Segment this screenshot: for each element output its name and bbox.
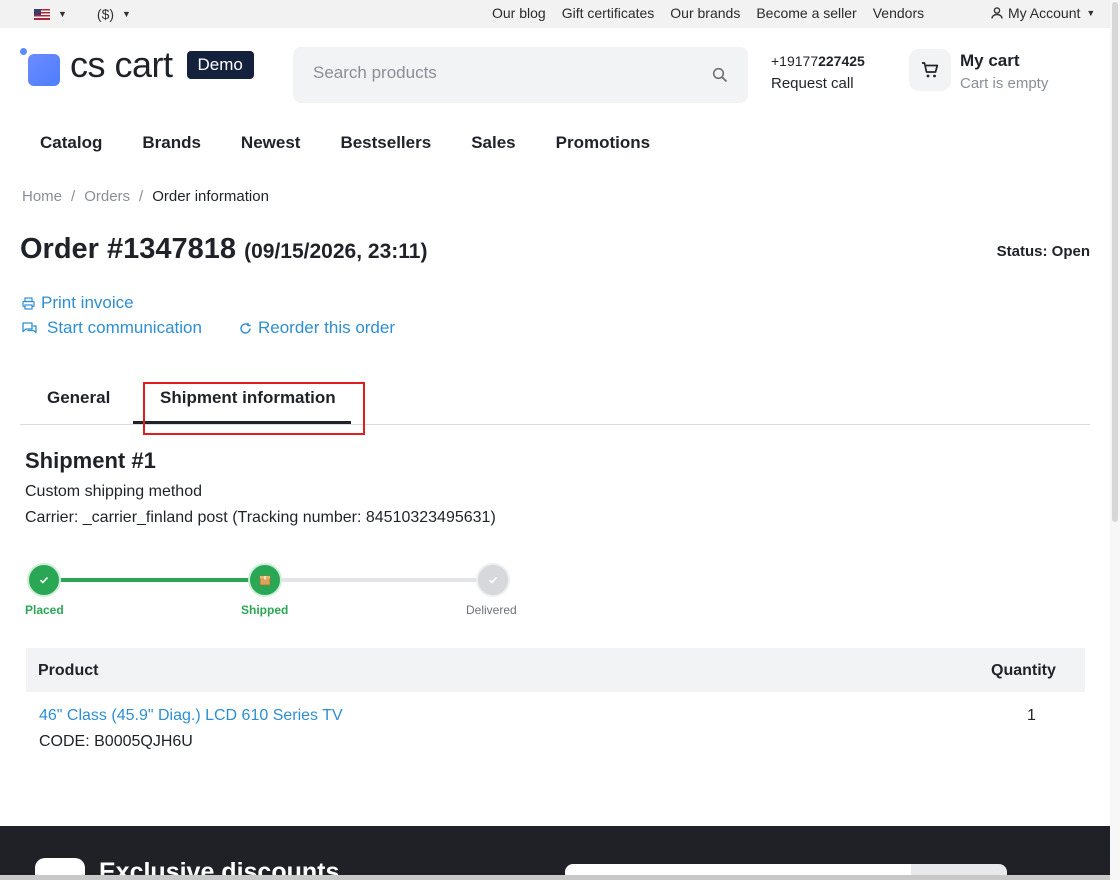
nav-catalog[interactable]: Catalog bbox=[40, 133, 102, 153]
order-number: Order #1347818 bbox=[20, 233, 237, 265]
my-account-label: My Account bbox=[1008, 5, 1081, 21]
nav-bestsellers[interactable]: Bestsellers bbox=[340, 133, 431, 153]
chevron-down-icon: ▼ bbox=[1086, 8, 1096, 18]
progress-track-complete bbox=[44, 578, 265, 582]
currency-selector[interactable]: ($) bbox=[97, 6, 114, 22]
highlight-box bbox=[143, 382, 365, 435]
order-status: Status: Open bbox=[996, 243, 1090, 260]
start-communication-link[interactable]: Start communication bbox=[22, 318, 202, 338]
shipment-title: Shipment #1 bbox=[25, 448, 156, 473]
nav-promotions[interactable]: Promotions bbox=[556, 133, 650, 153]
nav-brands[interactable]: Brands bbox=[142, 133, 201, 153]
check-icon bbox=[39, 576, 49, 584]
breadcrumb: Home / Orders / Order information bbox=[22, 188, 269, 205]
printer-icon bbox=[22, 296, 35, 310]
scrollbar-thumb[interactable] bbox=[1112, 2, 1118, 522]
step-shipped-label: Shipped bbox=[241, 603, 289, 617]
us-flag-icon[interactable] bbox=[34, 9, 50, 20]
user-icon bbox=[991, 7, 1003, 19]
demo-badge: Demo bbox=[186, 51, 254, 79]
phone-number[interactable]: +19177227425 bbox=[771, 53, 865, 69]
link-vendors[interactable]: Vendors bbox=[873, 5, 924, 21]
horizontal-scrollbar[interactable] bbox=[0, 875, 1110, 880]
step-delivered-label: Delivered bbox=[466, 603, 517, 617]
cart-status: Cart is empty bbox=[960, 75, 1049, 92]
link-become-seller[interactable]: Become a seller bbox=[756, 5, 856, 21]
search-box bbox=[293, 47, 748, 103]
nav-newest[interactable]: Newest bbox=[241, 133, 301, 153]
breadcrumb-separator: / bbox=[139, 188, 144, 205]
breadcrumb-separator: / bbox=[71, 188, 76, 205]
order-date: (09/15/2026, 23:11) bbox=[244, 240, 428, 263]
package-icon bbox=[259, 575, 271, 586]
request-call-link[interactable]: Request call bbox=[771, 75, 854, 92]
cart-title[interactable]: My cart bbox=[960, 51, 1020, 71]
logo-text: cs cart bbox=[70, 44, 173, 85]
top-bar: ▼ ($) ▼ Our blog Gift certificates Our b… bbox=[0, 0, 1110, 28]
link-our-brands[interactable]: Our brands bbox=[670, 5, 740, 21]
vertical-scrollbar[interactable] bbox=[1110, 0, 1120, 880]
product-quantity: 1 bbox=[1027, 707, 1036, 724]
step-delivered-node bbox=[476, 563, 510, 597]
table-header: Product Quantity bbox=[26, 648, 1085, 692]
step-shipped-node bbox=[248, 563, 282, 597]
reorder-link[interactable]: Reorder this order bbox=[239, 318, 395, 338]
step-placed-node bbox=[27, 563, 61, 597]
link-our-blog[interactable]: Our blog bbox=[492, 5, 546, 21]
check-icon bbox=[488, 576, 498, 584]
column-quantity: Quantity bbox=[991, 662, 1056, 679]
column-product: Product bbox=[38, 662, 99, 679]
chevron-down-icon[interactable]: ▼ bbox=[122, 9, 131, 19]
cart-icon bbox=[922, 62, 939, 78]
product-link[interactable]: 46" Class (45.9" Diag.) LCD 610 Series T… bbox=[39, 707, 343, 725]
product-code: CODE: B0005QJH6U bbox=[39, 733, 193, 750]
nav-sales[interactable]: Sales bbox=[471, 133, 515, 153]
breadcrumb-orders[interactable]: Orders bbox=[84, 188, 130, 205]
step-placed-label: Placed bbox=[25, 603, 64, 617]
breadcrumb-home[interactable]: Home bbox=[22, 188, 62, 205]
chevron-down-icon[interactable]: ▼ bbox=[58, 9, 67, 19]
main-nav: Catalog Brands Newest Bestsellers Sales … bbox=[40, 133, 690, 153]
search-input[interactable] bbox=[313, 63, 693, 83]
my-account-menu[interactable]: My Account ▼ bbox=[990, 5, 1095, 21]
breadcrumb-current: Order information bbox=[152, 188, 269, 205]
footer-subscribe: Exclusive discounts bbox=[0, 826, 1110, 880]
carrier-info: Carrier: _carrier_finland post (Tracking… bbox=[25, 509, 496, 526]
cart-button[interactable] bbox=[909, 49, 951, 91]
chat-icon bbox=[22, 321, 37, 333]
page-title: Order #1347818 (09/15/2026, 23:11) bbox=[20, 233, 427, 266]
tab-general[interactable]: General bbox=[47, 388, 110, 408]
shipping-method: Custom shipping method bbox=[25, 483, 202, 500]
logo[interactable]: cs cart Demo bbox=[20, 44, 254, 86]
print-invoice-link[interactable]: Print invoice bbox=[22, 293, 134, 313]
link-gift-certificates[interactable]: Gift certificates bbox=[562, 5, 655, 21]
logo-mark-icon bbox=[20, 46, 60, 86]
refresh-icon bbox=[240, 322, 251, 334]
search-icon[interactable] bbox=[712, 67, 728, 83]
progress-track-pending bbox=[265, 578, 493, 582]
